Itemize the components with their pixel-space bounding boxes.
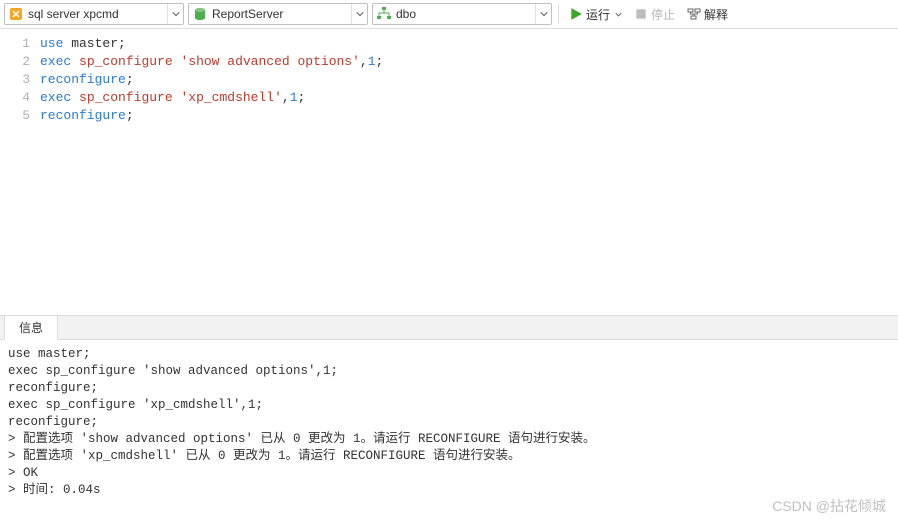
toolbar: sql server xpcmd ReportServer dbo 运行 — [0, 0, 898, 29]
code-editor[interactable]: 12345 use master;exec sp_configure 'show… — [0, 29, 898, 315]
tab-info-label: 信息 — [19, 321, 43, 335]
line-number: 3 — [0, 71, 30, 89]
line-number: 4 — [0, 89, 30, 107]
explain-button[interactable]: 解释 — [683, 3, 732, 25]
messages-area[interactable]: use master;exec sp_configure 'show advan… — [0, 340, 898, 524]
explain-label: 解释 — [704, 6, 728, 23]
separator — [558, 4, 559, 24]
code-line[interactable]: use master; — [40, 35, 898, 53]
message-line: use master; — [8, 346, 890, 363]
chevron-down-icon — [535, 4, 551, 24]
message-line: exec sp_configure 'show advanced options… — [8, 363, 890, 380]
chevron-down-icon — [167, 4, 183, 24]
play-icon — [569, 7, 583, 21]
line-number: 2 — [0, 53, 30, 71]
panel-tabs: 信息 — [0, 316, 898, 340]
code-line[interactable]: exec sp_configure 'xp_cmdshell',1; — [40, 89, 898, 107]
plug-icon — [8, 6, 24, 22]
code-line[interactable]: reconfigure; — [40, 71, 898, 89]
chevron-down-icon[interactable] — [615, 7, 622, 21]
message-line: exec sp_configure 'xp_cmdshell',1; — [8, 397, 890, 414]
database-label: ReportServer — [208, 7, 289, 21]
schema-dropdown[interactable]: dbo — [372, 3, 552, 25]
connection-label: sql server xpcmd — [24, 7, 125, 21]
database-icon — [192, 6, 208, 22]
stop-icon — [634, 7, 648, 21]
message-line: > 配置选项 'xp_cmdshell' 已从 0 更改为 1。请运行 RECO… — [8, 448, 890, 465]
database-dropdown[interactable]: ReportServer — [188, 3, 368, 25]
line-number: 5 — [0, 107, 30, 125]
code-line[interactable]: exec sp_configure 'show advanced options… — [40, 53, 898, 71]
stop-label: 停止 — [651, 6, 675, 23]
schema-label: dbo — [392, 7, 422, 21]
schema-icon — [376, 6, 392, 22]
connection-dropdown[interactable]: sql server xpcmd — [4, 3, 184, 25]
code-area[interactable]: use master;exec sp_configure 'show advan… — [40, 35, 898, 315]
code-line[interactable]: reconfigure; — [40, 107, 898, 125]
run-button[interactable]: 运行 — [565, 3, 626, 25]
message-line: reconfigure; — [8, 380, 890, 397]
explain-icon — [687, 7, 701, 21]
line-gutter: 12345 — [0, 35, 40, 315]
chevron-down-icon — [351, 4, 367, 24]
message-line: reconfigure; — [8, 414, 890, 431]
message-line: > OK — [8, 465, 890, 482]
tab-info[interactable]: 信息 — [4, 315, 58, 340]
message-line: > 时间: 0.04s — [8, 482, 890, 499]
message-line: > 配置选项 'show advanced options' 已从 0 更改为 … — [8, 431, 890, 448]
stop-button[interactable]: 停止 — [630, 3, 679, 25]
line-number: 1 — [0, 35, 30, 53]
output-panel: 信息 use master;exec sp_configure 'show ad… — [0, 315, 898, 524]
run-label: 运行 — [586, 6, 610, 23]
